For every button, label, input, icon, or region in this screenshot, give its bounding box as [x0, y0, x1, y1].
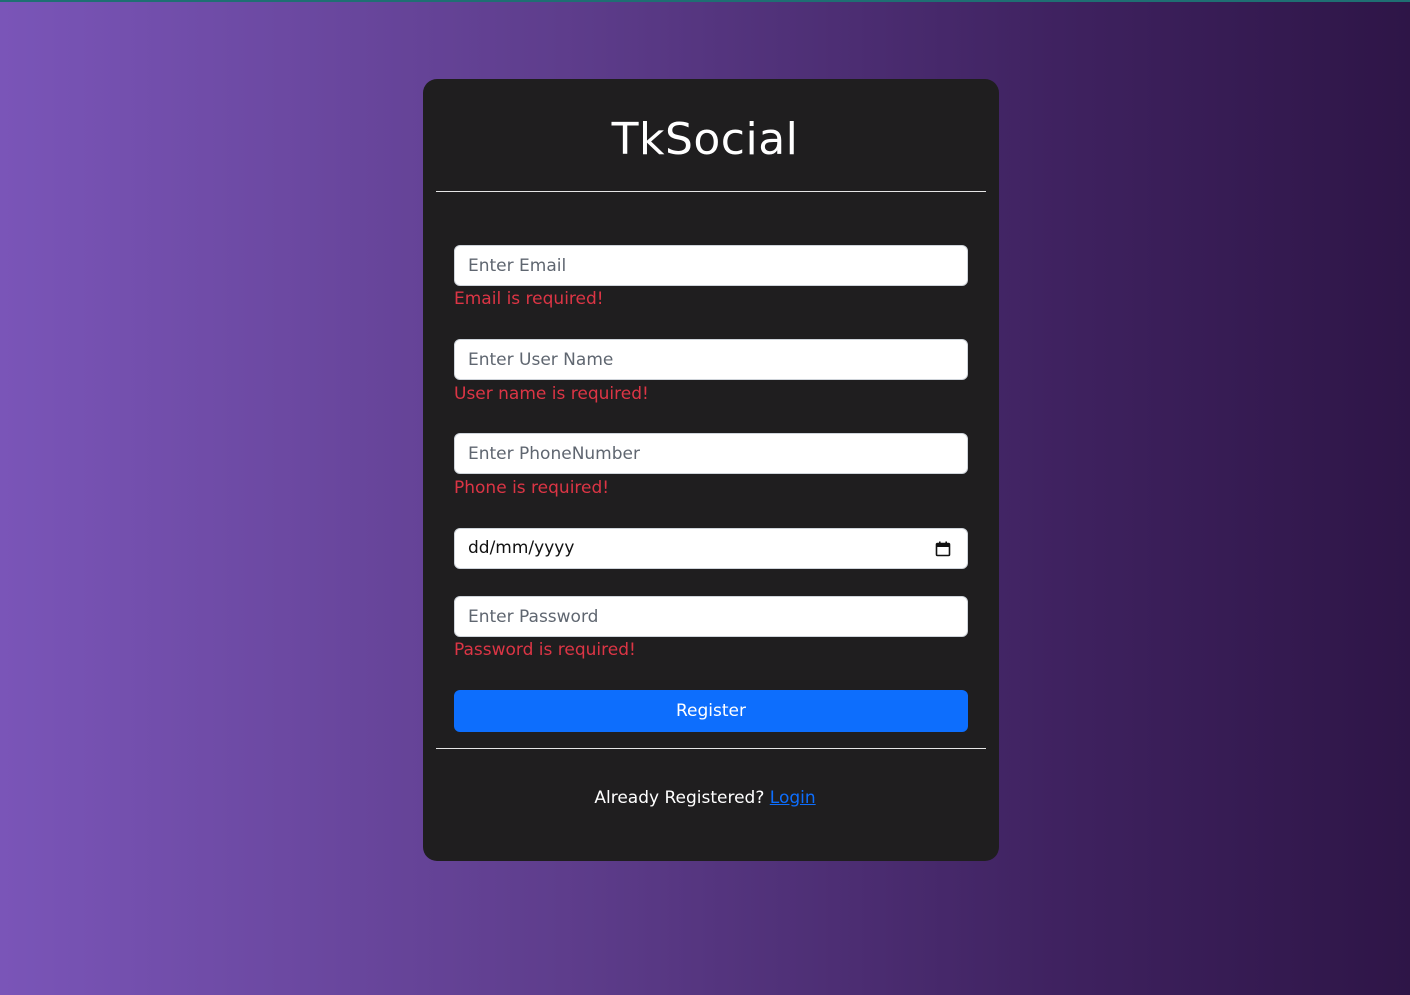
- login-prompt: Already Registered? Login: [0, 786, 1410, 810]
- register-button[interactable]: Register: [454, 690, 968, 732]
- header-divider: [436, 191, 986, 192]
- password-input[interactable]: [454, 596, 968, 637]
- email-input[interactable]: [454, 245, 968, 286]
- top-accent-strip: [0, 0, 1410, 2]
- login-link[interactable]: Login: [770, 788, 816, 808]
- footer-divider: [436, 748, 986, 749]
- birthdate-input[interactable]: dd/mm/yyyy: [454, 528, 968, 569]
- app-title: TkSocial: [611, 114, 799, 165]
- calendar-icon[interactable]: [935, 541, 951, 557]
- birthdate-format: dd/mm/yyyy: [468, 538, 575, 558]
- email-error: Email is required!: [454, 289, 604, 309]
- username-input[interactable]: [454, 339, 968, 380]
- phone-error: Phone is required!: [454, 478, 610, 498]
- login-prompt-text: Already Registered?: [594, 788, 765, 808]
- password-error: Password is required!: [454, 640, 636, 660]
- username-error: User name is required!: [454, 384, 649, 404]
- phone-input[interactable]: [454, 433, 968, 474]
